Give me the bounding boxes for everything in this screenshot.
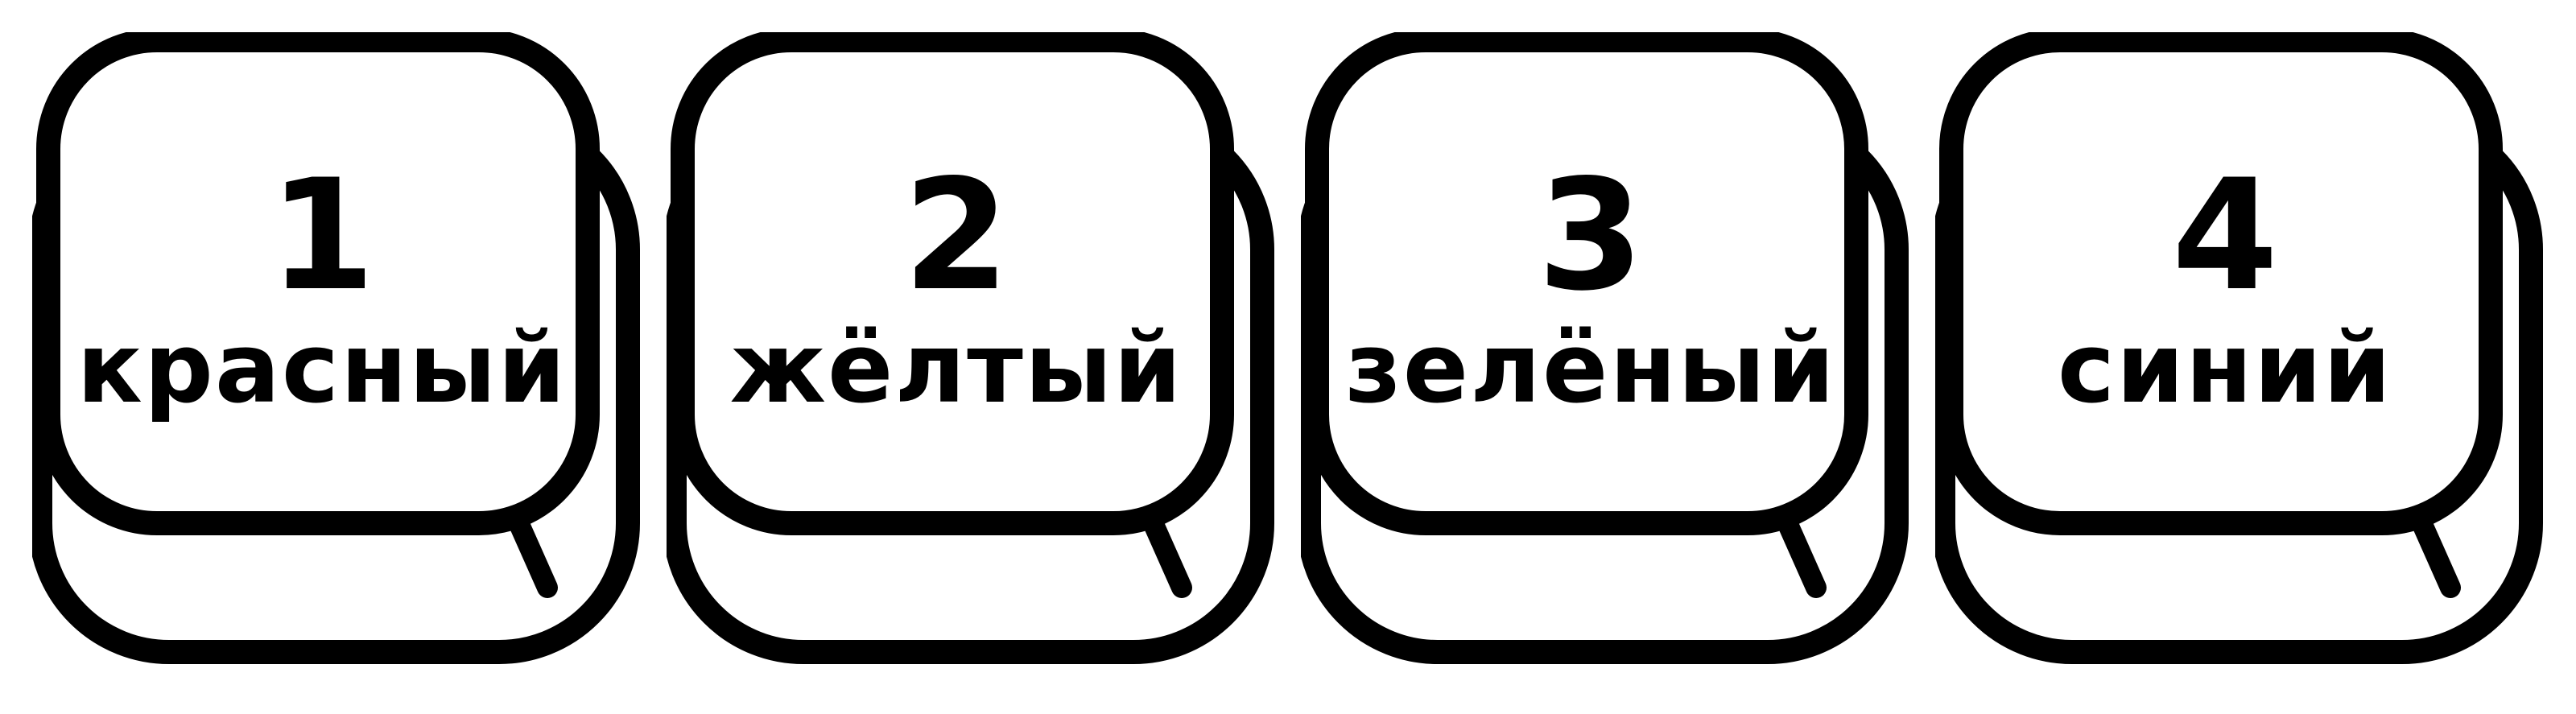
key-2[interactable]: 2 жёлтый bbox=[667, 32, 1278, 668]
key-face: 4 синий bbox=[1967, 56, 2483, 523]
key-number: 2 bbox=[902, 147, 1010, 324]
key-face: 1 красный bbox=[64, 56, 580, 523]
key-1[interactable]: 1 красный bbox=[32, 32, 644, 668]
key-word: зелёный bbox=[1345, 313, 1836, 425]
key-number: 4 bbox=[2171, 147, 2279, 324]
key-word: синий bbox=[2057, 313, 2393, 425]
key-face: 3 зелёный bbox=[1333, 56, 1848, 523]
key-word: красный bbox=[76, 313, 568, 425]
key-3[interactable]: 3 зелёный bbox=[1301, 32, 1913, 668]
key-face: 2 жёлтый bbox=[699, 56, 1214, 523]
key-number: 3 bbox=[1537, 147, 1645, 324]
key-word: жёлтый bbox=[729, 313, 1183, 425]
color-keys-row: 1 красный 2 жёлтый 3 зелёный 4 синий bbox=[0, 0, 2576, 714]
key-number: 1 bbox=[268, 147, 376, 324]
key-4[interactable]: 4 синий bbox=[1935, 32, 2547, 668]
